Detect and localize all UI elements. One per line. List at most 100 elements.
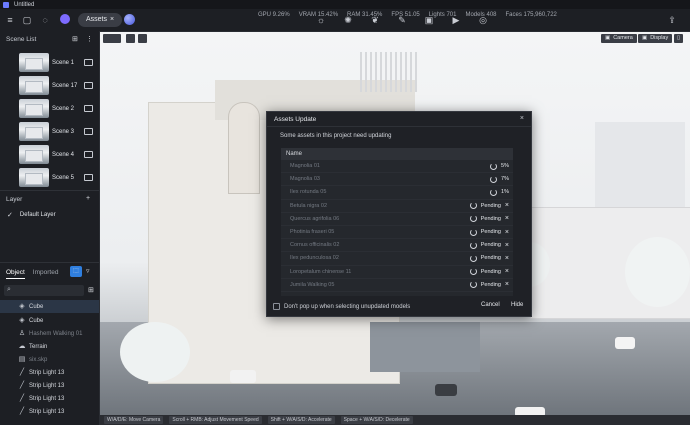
asset-status: 1% (501, 189, 509, 196)
camera-icon[interactable] (84, 174, 93, 181)
new-file-icon[interactable]: ▢ (22, 15, 32, 25)
list-item[interactable]: ☁ Terrain (0, 340, 99, 353)
asset-status: Pending (480, 215, 501, 222)
close-icon[interactable]: × (110, 13, 114, 27)
remove-icon[interactable]: × (505, 215, 509, 222)
lower-wing-render (370, 322, 480, 372)
checkbox[interactable] (273, 303, 280, 310)
cloud-icon: ☁ (18, 342, 26, 350)
tab-object[interactable]: Object (6, 269, 25, 279)
scene-thumbnail (19, 145, 49, 164)
list-item[interactable]: ◈ Cube (0, 300, 99, 313)
add-scene-icon[interactable]: ⊞ (72, 35, 78, 43)
remove-icon[interactable]: × (505, 202, 509, 209)
remove-icon[interactable]: × (505, 281, 509, 288)
sun-icon[interactable]: ✺ (343, 15, 353, 25)
hint-move: W/A/D/E: Move Camera (104, 416, 164, 424)
list-item[interactable]: ╱ Strip Light 13 (0, 366, 99, 379)
chat-icon[interactable]: ◌ (40, 15, 50, 25)
asset-status: Pending (480, 268, 501, 275)
navigate-tool-icon[interactable] (103, 34, 121, 43)
image-icon[interactable]: ▣ (424, 15, 434, 25)
assets-button[interactable]: Assets × (78, 13, 123, 27)
camera-button[interactable]: ▣ Camera (601, 34, 637, 43)
stat-gpu: GPU 9.26% (258, 12, 290, 18)
cube-icon: ◈ (19, 302, 25, 310)
camera-label: Camera (613, 35, 633, 41)
center-tools: ☼ ✺ ❦ ✎ ▣ ▶ ◎ (316, 15, 488, 25)
settings-tool-icon[interactable] (138, 34, 147, 43)
scene-item[interactable]: Scene 1 (0, 51, 99, 74)
object-tabs: Object Imported (6, 269, 58, 279)
scene-label: Scene 4 (52, 151, 75, 158)
sphere-icon[interactable] (124, 14, 135, 25)
scene-item[interactable]: Scene 3 (0, 120, 99, 143)
asset-name: Magnolia 01 (290, 163, 320, 170)
table-row: Magnolia 03 7% (281, 173, 513, 187)
leaf-icon[interactable]: ❦ (370, 15, 380, 25)
camera-icon[interactable] (84, 59, 93, 66)
spinner-icon (469, 241, 477, 249)
camera-icon[interactable] (84, 151, 93, 158)
list-item[interactable]: ♙ Hashem Walking 01 (0, 327, 99, 340)
search-input[interactable]: ⌕ (4, 285, 84, 296)
object-label: Cube (29, 303, 44, 310)
grid-icon[interactable]: ⊞ (88, 286, 94, 294)
video-icon[interactable]: ▶ (451, 15, 461, 25)
table-row: Photinia fraseri 05 Pending × (281, 226, 513, 240)
tab-imported[interactable]: Imported (33, 269, 59, 279)
hide-button[interactable]: Hide (511, 302, 523, 308)
top-toolbar: ≡ ▢ ◌ Assets × GPU 9.26% VRAM 15.42% RAM… (0, 9, 690, 32)
table-row: Magnolia 01 5% (281, 160, 513, 174)
table-row: Ilex pedunculosa 02 Pending × (281, 252, 513, 266)
asset-name: Jumila Walking 05 (290, 281, 335, 288)
asset-name: Betula nigra 02 (290, 202, 327, 209)
display-label: Display (650, 35, 669, 41)
remove-icon[interactable]: × (505, 268, 509, 275)
asset-status: Pending (480, 281, 501, 288)
cube-icon: ◈ (19, 316, 25, 324)
list-item[interactable]: ╱ Strip Light 13 (0, 392, 99, 405)
select-icon[interactable]: ⬚ (70, 266, 82, 277)
camera-icon[interactable] (84, 128, 93, 135)
list-item[interactable]: ◈ Cube (0, 314, 99, 327)
share-icon[interactable]: ⇪ (667, 15, 677, 25)
list-item[interactable]: ╱ Strip Light 13 (0, 405, 99, 418)
dont-popup-option[interactable]: Don't pop up when selecting unupdated mo… (273, 303, 410, 310)
remove-icon[interactable]: × (505, 229, 509, 236)
layer-item[interactable]: ✓ Default Layer (0, 209, 99, 221)
plugin-icon[interactable] (60, 14, 70, 24)
cancel-button[interactable]: Cancel (481, 302, 500, 308)
light-bulb-icon[interactable]: ☼ (316, 15, 326, 25)
scene-item[interactable]: Scene 2 (0, 97, 99, 120)
scene-item[interactable]: Scene 4 (0, 143, 99, 166)
panorama-icon[interactable]: ◎ (478, 15, 488, 25)
asset-name: Magnolia 03 (290, 176, 320, 183)
scene-thumbnail (19, 99, 49, 118)
filter-icon[interactable]: ▿ (86, 267, 90, 275)
snap-tool-icon[interactable] (126, 34, 135, 43)
table-row: Quercus agrifolia 06 Pending × (281, 213, 513, 226)
remove-icon[interactable]: × (505, 255, 509, 262)
list-item[interactable]: ▤ six.skp (0, 353, 99, 366)
close-icon[interactable]: × (520, 115, 524, 122)
camera-icon[interactable] (84, 82, 93, 89)
display-button[interactable]: ▣ Display (638, 34, 673, 43)
camera-icon[interactable] (84, 105, 93, 112)
remove-icon[interactable]: × (505, 242, 509, 249)
light-strip-icon: ╱ (19, 407, 25, 415)
scene-item[interactable]: Scene 17 (0, 74, 99, 97)
panel-toggle-icon[interactable]: ▯ (674, 34, 684, 43)
menu-icon[interactable]: ≡ (5, 15, 15, 25)
more-icon[interactable]: ⋮ (86, 35, 93, 43)
scene-label: Scene 5 (52, 174, 75, 181)
scene-thumbnail (19, 122, 49, 141)
list-item[interactable]: ╱ Strip Light 13 (0, 379, 99, 392)
spinner-icon (469, 281, 477, 289)
object-label: Strip Light 13 (29, 382, 65, 389)
add-layer-icon[interactable]: + (86, 195, 90, 202)
asset-status: Pending (480, 202, 501, 209)
scene-item[interactable]: Scene 5 (0, 166, 99, 189)
brush-icon[interactable]: ✎ (397, 15, 407, 25)
window-title: Untitled (14, 1, 35, 8)
